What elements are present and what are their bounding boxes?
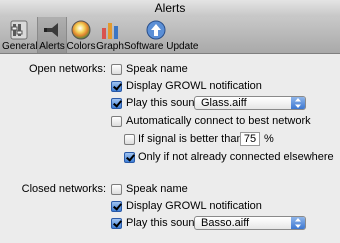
toolbar-item-graph[interactable]: Graph: [96, 17, 124, 53]
closed-networks-label: Closed networks:: [21, 183, 106, 195]
open-signal-threshold-label: If signal is better than:: [138, 133, 246, 145]
open-speak-name-checkbox[interactable]: [111, 64, 122, 75]
signal-threshold-field[interactable]: 75: [240, 132, 260, 146]
open-only-if-not-connected-checkbox[interactable]: [124, 152, 135, 163]
popup-arrows-icon: [291, 97, 305, 109]
toolbar-label-software-update: Software Update: [124, 41, 199, 52]
toolbar-item-alerts[interactable]: Alerts: [37, 17, 67, 53]
closed-play-sound-checkbox[interactable]: [111, 218, 122, 229]
open-auto-connect-checkbox[interactable]: [111, 116, 122, 127]
open-signal-threshold-checkbox[interactable]: [124, 134, 135, 145]
open-only-if-not-connected-label: Only if not already connected elsewhere: [138, 151, 334, 163]
closed-speak-name-label: Speak name: [126, 183, 188, 195]
toolbar-label-alerts: Alerts: [39, 41, 65, 52]
toolbar-item-colors[interactable]: Colors: [66, 17, 96, 53]
open-auto-connect-label: Automatically connect to best network: [126, 115, 311, 127]
alerts-pane: Open networks: Speak name Display GROWL …: [0, 54, 340, 243]
percent-unit-label: %: [264, 133, 274, 145]
open-display-growl-label: Display GROWL notification: [126, 80, 262, 92]
toolbar-label-graph: Graph: [96, 41, 124, 52]
closed-sound-value: Basso.aiff: [201, 217, 250, 229]
alerts-icon: [41, 20, 63, 40]
graph-icon: [99, 20, 121, 40]
toolbar-item-software-update[interactable]: Software Update: [124, 17, 199, 53]
general-icon: [8, 20, 30, 40]
toolbar-label-general: General: [2, 41, 38, 52]
open-sound-popup[interactable]: Glass.aiff: [194, 96, 306, 110]
toolbar-label-colors: Colors: [66, 41, 96, 52]
open-display-growl-checkbox[interactable]: [111, 81, 122, 92]
open-play-sound-label: Play this sound:: [126, 97, 204, 109]
toolbar-item-general[interactable]: General: [2, 17, 38, 53]
popup-arrows-icon: [291, 217, 305, 229]
closed-sound-popup[interactable]: Basso.aiff: [194, 216, 306, 230]
open-sound-value: Glass.aiff: [201, 97, 247, 109]
colors-icon: [70, 20, 92, 40]
open-play-sound-checkbox[interactable]: [111, 98, 122, 109]
software-update-icon: [145, 20, 167, 40]
closed-speak-name-checkbox[interactable]: [111, 184, 122, 195]
closed-display-growl-checkbox[interactable]: [111, 201, 122, 212]
window-title: Alerts: [154, 1, 186, 15]
preferences-toolbar: General Alerts Colors Graph Software Upd…: [0, 17, 340, 54]
closed-display-growl-label: Display GROWL notification: [126, 200, 262, 212]
closed-play-sound-label: Play this sound:: [126, 217, 204, 229]
title-bar[interactable]: Alerts: [0, 0, 340, 17]
open-networks-label: Open networks:: [28, 63, 106, 75]
open-speak-name-label: Speak name: [126, 63, 188, 75]
preferences-window: Alerts General Alerts Colors Graph Softw…: [0, 0, 340, 243]
